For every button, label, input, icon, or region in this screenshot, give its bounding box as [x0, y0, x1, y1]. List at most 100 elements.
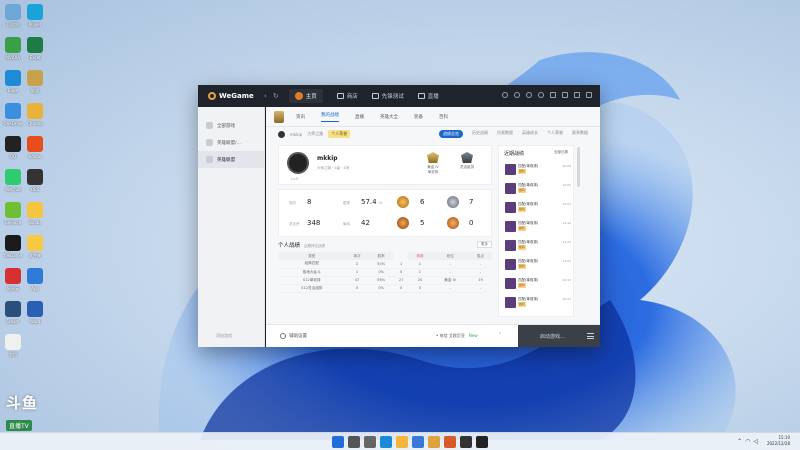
- task-view-icon[interactable]: [364, 436, 376, 448]
- game-tab[interactable]: 资讯: [296, 114, 305, 120]
- game-tab[interactable]: 百科: [439, 114, 448, 120]
- desktop-icon-label: Edge: [7, 88, 19, 93]
- table-row[interactable]: S12单双排 47 56% 27 20 黄金 IV 19: [278, 276, 492, 285]
- gift-icon[interactable]: [526, 92, 532, 98]
- chevron-up-tray-icon[interactable]: ⌃: [737, 438, 742, 445]
- sidebar-item[interactable]: 英雄联盟/...: [198, 134, 264, 151]
- nav-tab[interactable]: 主页: [288, 89, 323, 103]
- start-icon[interactable]: [332, 436, 344, 448]
- sidebar-item-label: 英雄联盟: [217, 157, 235, 163]
- recent-match-row[interactable]: 匹配(单双排) 胜利 12:08: [505, 163, 571, 178]
- recent-title: 近期战绩: [504, 151, 525, 157]
- game-tab[interactable]: 装备: [414, 114, 423, 120]
- lol-game-icon: [274, 110, 284, 123]
- profile-avatar[interactable]: [287, 152, 309, 174]
- game-tab[interactable]: 我的战绩: [321, 112, 339, 122]
- friends-icon[interactable]: [514, 92, 520, 98]
- sub-tab[interactable]: 历史战绩: [472, 130, 488, 138]
- nav-tab[interactable]: 商店: [336, 89, 358, 103]
- close-icon[interactable]: [586, 92, 592, 98]
- recent-scrollbar[interactable]: [577, 147, 580, 187]
- table-cell: 56%: [368, 276, 394, 285]
- stat-value: 8: [307, 198, 312, 206]
- desktop-icon-label: NVIDIA: [6, 55, 20, 60]
- wegame-icon[interactable]: [444, 436, 456, 448]
- recent-match-row[interactable]: 匹配(单双排) 胜利 12:01: [505, 201, 571, 216]
- launch-menu-icon[interactable]: [587, 333, 594, 339]
- desktop-icon[interactable]: Chrome: [22, 103, 48, 126]
- recent-filter[interactable]: 全部比赛: [554, 150, 568, 157]
- desktop-icon-label: Steam: [6, 319, 20, 324]
- chevron-up-icon[interactable]: ⌃: [498, 332, 502, 338]
- nav-tab[interactable]: 直播: [417, 89, 439, 103]
- sub-tab[interactable]: 英雄成长: [522, 130, 538, 138]
- recent-match-row[interactable]: 匹配(单双排) 胜利 12:05: [505, 182, 571, 197]
- game-tab[interactable]: 英雄大全: [380, 114, 398, 120]
- honor-tag[interactable]: 个人荣誉: [328, 130, 351, 138]
- desktop-icon[interactable]: Player: [22, 4, 48, 27]
- desktop-icon[interactable]: OBS: [22, 169, 48, 192]
- refresh-icon[interactable]: ↻: [273, 92, 279, 100]
- user-avatar-icon[interactable]: [538, 92, 544, 98]
- desktop-icon-label: Player: [28, 22, 42, 27]
- recent-match-text: 匹配(单双排) 胜利: [518, 183, 538, 193]
- recent-match-row[interactable]: 匹配(单双排) 胜利 10:43: [505, 277, 571, 292]
- sub-tab[interactable]: 赛季数据: [572, 130, 588, 138]
- sub-tab[interactable]: 战绩总览: [439, 130, 463, 138]
- wegame-logo[interactable]: WeGame: [208, 92, 264, 100]
- assist-settings[interactable]: 辅助设置: [280, 333, 307, 339]
- desktop-icon[interactable]: Adobe: [22, 136, 48, 159]
- desktop-icon[interactable]: Word: [22, 301, 48, 324]
- server-select[interactable]: • 电信 艾欧尼亚 New: [436, 333, 478, 339]
- recent-match-mode: 匹配(单双排): [518, 202, 539, 206]
- back-icon[interactable]: ‹: [264, 92, 267, 100]
- recent-match-row[interactable]: 匹配(单双排) 胜利 11:02: [505, 258, 571, 273]
- nav-tab[interactable]: 先锋测试: [371, 89, 404, 103]
- history-more-button[interactable]: 更多: [477, 241, 492, 248]
- game-icon: [206, 139, 213, 146]
- app-icon: [27, 70, 43, 86]
- minimize-icon[interactable]: [562, 92, 568, 98]
- desktop-icon[interactable]: 联盟: [22, 70, 48, 93]
- bottom-bar: 辅助设置 • 电信 艾欧尼亚 New ⌃ 启动游戏...: [266, 324, 600, 347]
- clock[interactable]: 15:10 2022/12/28: [767, 435, 790, 447]
- champion-avatar: [505, 259, 516, 270]
- wifi-icon[interactable]: ◠: [745, 438, 750, 445]
- table-row[interactable]: S12灵活组排 0 0% 0 0- -: [278, 284, 492, 293]
- sub-tab[interactable]: 伤害数据: [497, 130, 513, 138]
- desktop-icon[interactable]: Excel: [22, 37, 48, 60]
- store-icon[interactable]: [412, 436, 424, 448]
- desktop-icon[interactable]: 文档: [0, 334, 26, 357]
- table-row[interactable]: 经典匹配 2 50% 1 1- -: [278, 260, 492, 269]
- summoner-name: mkkip: [290, 131, 303, 137]
- recent-match-row[interactable]: 匹配(单双排) 胜利 10:21: [505, 296, 571, 311]
- sub-tab[interactable]: 个人荣誉: [547, 130, 563, 138]
- chrome-icon[interactable]: [428, 436, 440, 448]
- maximize-icon[interactable]: [574, 92, 580, 98]
- launch-game-button[interactable]: 启动游戏...: [518, 325, 600, 347]
- table-cell: -: [431, 284, 470, 293]
- recent-match-row[interactable]: 匹配(单双排) 胜利 11:20: [505, 239, 571, 254]
- recent-match-text: 匹配(单双排) 胜利: [518, 240, 538, 250]
- history-table: 类型场次胜率胜场负场段位胜点 经典匹配250%11--极地大乱斗10%01--S…: [278, 252, 600, 345]
- explorer-icon[interactable]: [396, 436, 408, 448]
- sidebar-item[interactable]: 全部游戏: [198, 117, 264, 134]
- table-row[interactable]: 极地大乱斗 1 0% 0 1- -: [278, 268, 492, 277]
- edge-icon[interactable]: [380, 436, 392, 448]
- desktop-icon[interactable]: App: [22, 268, 48, 291]
- sidebar-item[interactable]: 英雄联盟: [198, 151, 264, 168]
- desktop-icon[interactable]: 文件夹: [22, 235, 48, 258]
- champion-avatar: [505, 278, 516, 289]
- notification-icon[interactable]: [502, 92, 508, 98]
- add-game-link[interactable]: 添加游戏: [216, 333, 232, 339]
- game-icon[interactable]: [476, 436, 488, 448]
- stat-label: 总击杀: [289, 222, 300, 226]
- recent-match-row[interactable]: 匹配(单双排) 胜利 11:40: [505, 220, 571, 235]
- volume-icon[interactable]: ◁: [753, 438, 758, 445]
- obs-icon[interactable]: [460, 436, 472, 448]
- menu-icon[interactable]: [550, 92, 556, 98]
- game-tab[interactable]: 直播: [355, 114, 364, 120]
- table-cell: 27: [393, 276, 409, 285]
- search-icon[interactable]: [348, 436, 360, 448]
- desktop-icon[interactable]: Baidu: [22, 202, 48, 225]
